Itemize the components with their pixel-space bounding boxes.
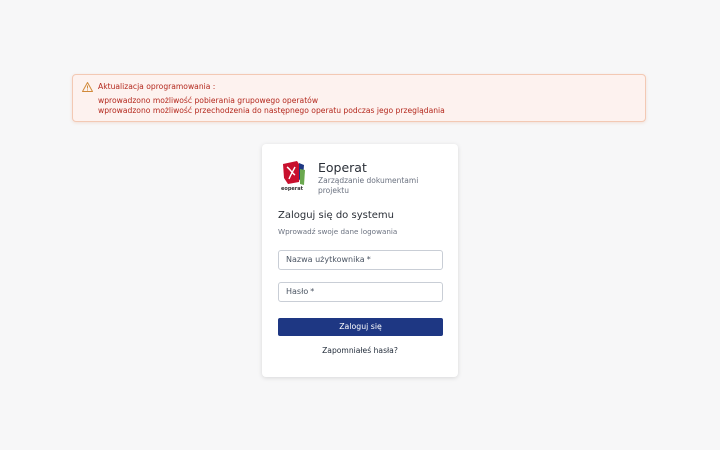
warning-icon	[82, 82, 93, 92]
login-subtitle: Wprowadź swoje dane logowania	[278, 227, 398, 236]
login-button[interactable]: Zaloguj się	[278, 318, 443, 336]
update-alert: Aktualizacja oprogramowania : wprowadzon…	[72, 74, 646, 122]
alert-line: wprowadzono możliwość pobierania grupowe…	[98, 96, 319, 105]
password-label: Hasło *	[286, 287, 315, 296]
required-mark: *	[366, 255, 371, 264]
password-field[interactable]: Hasło *	[278, 282, 443, 302]
required-mark: *	[310, 287, 315, 296]
svg-text:eoperat: eoperat	[281, 186, 304, 191]
username-field[interactable]: Nazwa użytkownika *	[278, 250, 443, 270]
alert-title: Aktualizacja oprogramowania :	[98, 82, 216, 91]
app-name: Eoperat	[318, 160, 367, 175]
username-label: Nazwa użytkownika *	[286, 255, 371, 264]
login-card: eoperat Eoperat Zarządzanie dokumentami …	[262, 144, 458, 377]
login-title: Zaloguj się do systemu	[278, 210, 394, 221]
eoperat-logo: eoperat	[281, 161, 305, 191]
alert-line: wprowadzono możliwość przechodzenia do n…	[98, 106, 445, 115]
app-subtitle: Zarządzanie dokumentami projektu	[318, 176, 419, 195]
forgot-password-link[interactable]: Zapomniałeś hasła?	[262, 346, 458, 355]
